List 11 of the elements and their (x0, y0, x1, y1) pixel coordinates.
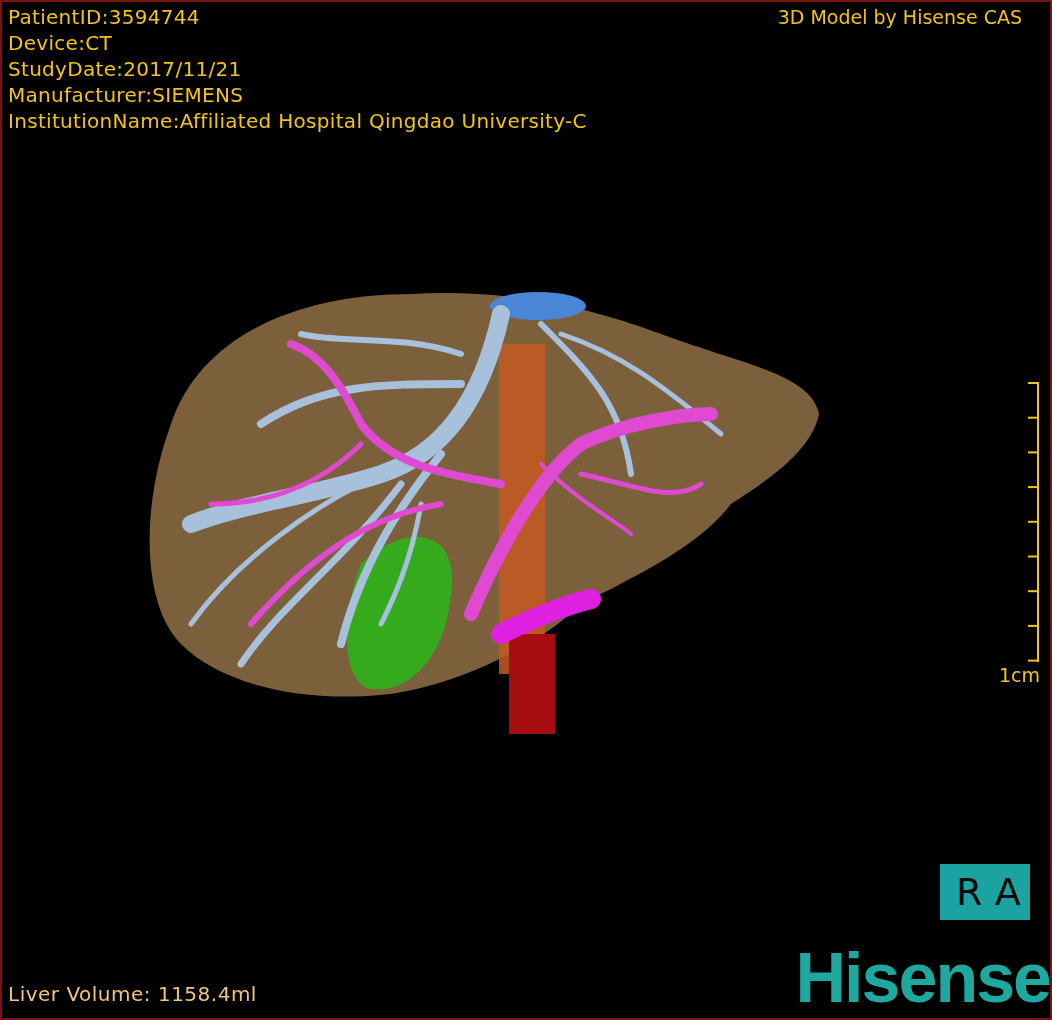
liver-volume: Liver Volume: 1158.4ml (8, 982, 257, 1006)
info-line: Manufacturer:SIEMENS (8, 82, 245, 108)
info-line: Device:CT (8, 30, 114, 56)
orientation-badge: RA (940, 864, 1030, 920)
info-line: InstitutionName:Affiliated Hospital Qingdao University-C (8, 108, 587, 134)
scale-label: 1cm (998, 664, 1040, 686)
info-line: StudyDate:2017/11/21 (8, 56, 243, 82)
logo: Hisense (795, 944, 1050, 1012)
viewer-title: 3D Model by Hisense CAS (777, 5, 1022, 30)
scale-bar-icon (1028, 382, 1040, 662)
info-line: PatientID:3594744 (8, 4, 201, 30)
